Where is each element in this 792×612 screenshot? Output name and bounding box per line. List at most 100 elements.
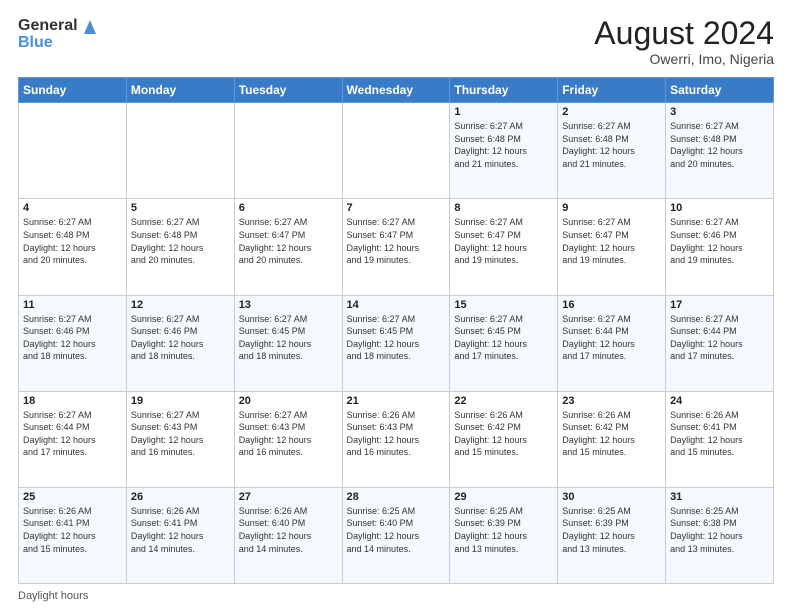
calendar-cell: 22 Sunrise: 6:26 AM Sunset: 6:42 PM Dayli…: [450, 391, 558, 487]
month-year: August 2024: [594, 16, 774, 51]
calendar-cell: 18 Sunrise: 6:27 AM Sunset: 6:44 PM Dayli…: [19, 391, 127, 487]
calendar-cell: [342, 103, 450, 199]
calendar-cell: 9 Sunrise: 6:27 AM Sunset: 6:47 PM Daylig…: [558, 199, 666, 295]
calendar-cell: 28 Sunrise: 6:25 AM Sunset: 6:40 PM Dayli…: [342, 487, 450, 583]
day-info: Sunrise: 6:26 AM Sunset: 6:42 PM Dayligh…: [454, 409, 553, 459]
day-info: Sunrise: 6:27 AM Sunset: 6:47 PM Dayligh…: [562, 216, 661, 266]
calendar-cell: 21 Sunrise: 6:26 AM Sunset: 6:43 PM Dayli…: [342, 391, 450, 487]
logo-general: General: [18, 17, 78, 35]
day-number: 28: [347, 491, 446, 503]
weekday-sunday: Sunday: [19, 78, 127, 103]
calendar-cell: 14 Sunrise: 6:27 AM Sunset: 6:45 PM Dayli…: [342, 295, 450, 391]
day-number: 3: [670, 106, 769, 118]
header: General Blue August 2024 Owerri, Imo, Ni…: [18, 16, 774, 67]
calendar-cell: 17Sunrise: 6:27 AM Sunset: 6:44 PM Dayli…: [666, 295, 774, 391]
day-number: 19: [131, 395, 230, 407]
day-info: Sunrise: 6:27 AM Sunset: 6:43 PM Dayligh…: [239, 409, 338, 459]
day-info: Sunrise: 6:27 AM Sunset: 6:48 PM Dayligh…: [454, 120, 553, 170]
day-number: 9: [562, 202, 661, 214]
calendar-cell: 27 Sunrise: 6:26 AM Sunset: 6:40 PM Dayli…: [234, 487, 342, 583]
day-number: 21: [347, 395, 446, 407]
day-number: 26: [131, 491, 230, 503]
calendar-cell: 31 Sunrise: 6:25 AM Sunset: 6:38 PM Dayli…: [666, 487, 774, 583]
day-number: 1: [454, 106, 553, 118]
weekday-saturday: Saturday: [666, 78, 774, 103]
weekday-thursday: Thursday: [450, 78, 558, 103]
day-info: Sunrise: 6:26 AM Sunset: 6:43 PM Dayligh…: [347, 409, 446, 459]
day-number: 20: [239, 395, 338, 407]
calendar-cell: 11Sunrise: 6:27 AM Sunset: 6:46 PM Dayli…: [19, 295, 127, 391]
day-number: 16: [562, 299, 661, 311]
day-info: Sunrise: 6:27 AM Sunset: 6:45 PM Dayligh…: [347, 313, 446, 363]
day-number: 4: [23, 202, 122, 214]
calendar-cell: 10 Sunrise: 6:27 AM Sunset: 6:46 PM Dayli…: [666, 199, 774, 295]
day-info: Sunrise: 6:27 AM Sunset: 6:46 PM Dayligh…: [131, 313, 230, 363]
day-info: Sunrise: 6:26 AM Sunset: 6:40 PM Dayligh…: [239, 505, 338, 555]
day-info: Sunrise: 6:25 AM Sunset: 6:38 PM Dayligh…: [670, 505, 769, 555]
calendar-cell: 15 Sunrise: 6:27 AM Sunset: 6:45 PM Dayli…: [450, 295, 558, 391]
day-number: 15: [454, 299, 553, 311]
day-number: 13: [239, 299, 338, 311]
day-info: Sunrise: 6:26 AM Sunset: 6:41 PM Dayligh…: [131, 505, 230, 555]
day-number: 11: [23, 299, 122, 311]
daylight-hours-label: Daylight hours: [18, 590, 88, 602]
title-block: August 2024 Owerri, Imo, Nigeria: [594, 16, 774, 67]
day-info: Sunrise: 6:27 AM Sunset: 6:44 PM Dayligh…: [562, 313, 661, 363]
day-number: 10: [670, 202, 769, 214]
weekday-header-row: SundayMondayTuesdayWednesdayThursdayFrid…: [19, 78, 774, 103]
footer: Daylight hours: [18, 590, 774, 602]
day-number: 14: [347, 299, 446, 311]
week-row-1: 1 Sunrise: 6:27 AM Sunset: 6:48 PM Daylig…: [19, 103, 774, 199]
day-info: Sunrise: 6:27 AM Sunset: 6:47 PM Dayligh…: [454, 216, 553, 266]
day-number: 18: [23, 395, 122, 407]
day-info: Sunrise: 6:27 AM Sunset: 6:46 PM Dayligh…: [670, 216, 769, 266]
day-number: 30: [562, 491, 661, 503]
day-info: Sunrise: 6:27 AM Sunset: 6:48 PM Dayligh…: [23, 216, 122, 266]
day-number: 31: [670, 491, 769, 503]
day-number: 25: [23, 491, 122, 503]
calendar-cell: 25Sunrise: 6:26 AM Sunset: 6:41 PM Dayli…: [19, 487, 127, 583]
logo: General Blue: [18, 16, 100, 52]
day-info: Sunrise: 6:26 AM Sunset: 6:42 PM Dayligh…: [562, 409, 661, 459]
calendar-cell: 23Sunrise: 6:26 AM Sunset: 6:42 PM Dayli…: [558, 391, 666, 487]
calendar-cell: 7Sunrise: 6:27 AM Sunset: 6:47 PM Daylig…: [342, 199, 450, 295]
day-number: 27: [239, 491, 338, 503]
day-info: Sunrise: 6:27 AM Sunset: 6:48 PM Dayligh…: [562, 120, 661, 170]
weekday-tuesday: Tuesday: [234, 78, 342, 103]
calendar-cell: 24Sunrise: 6:26 AM Sunset: 6:41 PM Dayli…: [666, 391, 774, 487]
weekday-wednesday: Wednesday: [342, 78, 450, 103]
day-number: 12: [131, 299, 230, 311]
day-info: Sunrise: 6:27 AM Sunset: 6:45 PM Dayligh…: [239, 313, 338, 363]
calendar-cell: [19, 103, 127, 199]
calendar-cell: 5Sunrise: 6:27 AM Sunset: 6:48 PM Daylig…: [126, 199, 234, 295]
day-number: 5: [131, 202, 230, 214]
calendar-cell: 26 Sunrise: 6:26 AM Sunset: 6:41 PM Dayli…: [126, 487, 234, 583]
week-row-3: 11 Sunrise: 6:27 AM Sunset: 6:46 PM Dayli…: [19, 295, 774, 391]
calendar-table: SundayMondayTuesdayWednesdayThursdayFrid…: [18, 77, 774, 584]
day-number: 22: [454, 395, 553, 407]
day-info: Sunrise: 6:27 AM Sunset: 6:44 PM Dayligh…: [23, 409, 122, 459]
calendar-cell: 13 Sunrise: 6:27 AM Sunset: 6:45 PM Dayli…: [234, 295, 342, 391]
week-row-4: 18 Sunrise: 6:27 AM Sunset: 6:44 PM Dayli…: [19, 391, 774, 487]
location: Owerri, Imo, Nigeria: [594, 51, 774, 67]
day-info: Sunrise: 6:25 AM Sunset: 6:40 PM Dayligh…: [347, 505, 446, 555]
calendar-cell: [126, 103, 234, 199]
calendar-cell: 6Sunrise: 6:27 AM Sunset: 6:47 PM Daylig…: [234, 199, 342, 295]
calendar-cell: 8Sunrise: 6:27 AM Sunset: 6:47 PM Daylig…: [450, 199, 558, 295]
calendar-cell: 12 Sunrise: 6:27 AM Sunset: 6:46 PM Dayli…: [126, 295, 234, 391]
logo-blue: Blue: [18, 34, 53, 52]
day-info: Sunrise: 6:27 AM Sunset: 6:44 PM Dayligh…: [670, 313, 769, 363]
week-row-5: 25 Sunrise: 6:26 AM Sunset: 6:41 PM Dayli…: [19, 487, 774, 583]
calendar-cell: 1 Sunrise: 6:27 AM Sunset: 6:48 PM Daylig…: [450, 103, 558, 199]
calendar-cell: 19 Sunrise: 6:27 AM Sunset: 6:43 PM Dayli…: [126, 391, 234, 487]
weekday-friday: Friday: [558, 78, 666, 103]
weekday-monday: Monday: [126, 78, 234, 103]
week-row-2: 4 Sunrise: 6:27 AM Sunset: 6:48 PM Daylig…: [19, 199, 774, 295]
day-info: Sunrise: 6:27 AM Sunset: 6:43 PM Dayligh…: [131, 409, 230, 459]
day-number: 29: [454, 491, 553, 503]
day-info: Sunrise: 6:25 AM Sunset: 6:39 PM Dayligh…: [454, 505, 553, 555]
calendar-cell: 16 Sunrise: 6:27 AM Sunset: 6:44 PM Dayli…: [558, 295, 666, 391]
day-info: Sunrise: 6:27 AM Sunset: 6:45 PM Dayligh…: [454, 313, 553, 363]
day-info: Sunrise: 6:25 AM Sunset: 6:39 PM Dayligh…: [562, 505, 661, 555]
calendar-cell: [234, 103, 342, 199]
